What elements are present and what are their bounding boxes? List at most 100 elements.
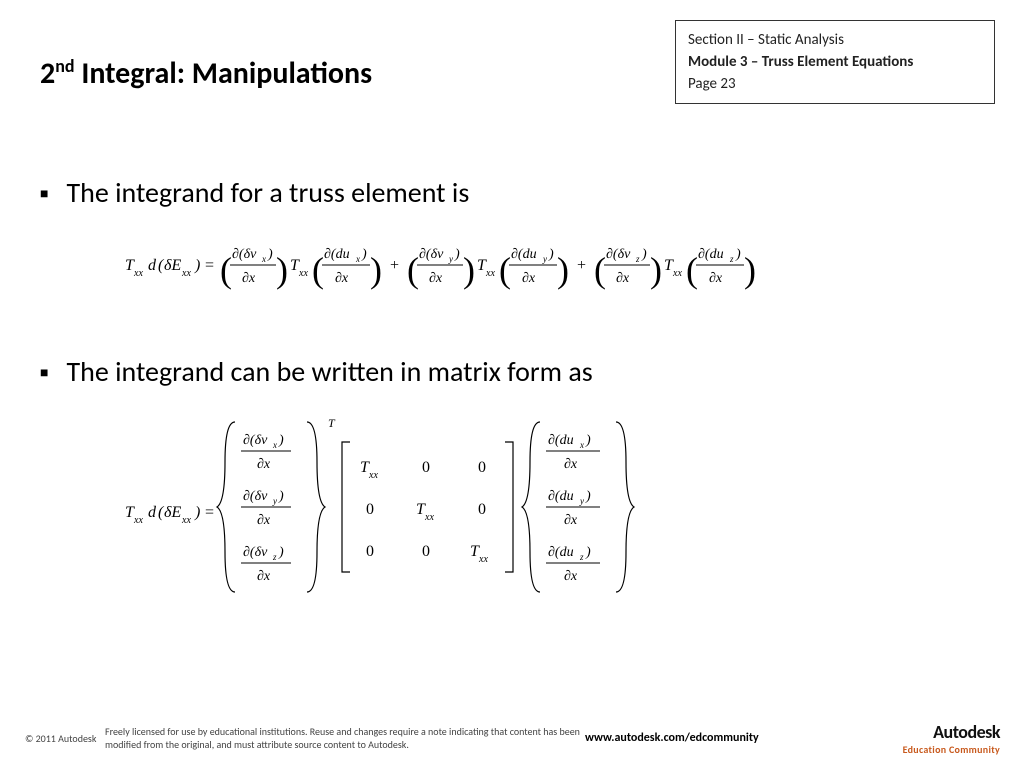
svg-text:∂(du: ∂(du — [548, 433, 574, 448]
svg-text:0: 0 — [366, 543, 374, 560]
license-text: Freely licensed for use by educational i… — [105, 725, 585, 751]
svg-text:∂x: ∂x — [522, 271, 536, 286]
bullet-2: The integrand can be written in matrix f… — [40, 354, 985, 389]
svg-text:∂(δv: ∂(δv — [419, 247, 444, 262]
svg-text:(: ( — [312, 250, 324, 290]
svg-text:∂(δv: ∂(δv — [232, 247, 257, 262]
slide-title: 2nd Integral: Manipulations — [40, 55, 372, 92]
svg-text:T: T — [328, 417, 336, 430]
brand-logo-text: Autodesk — [903, 721, 1000, 743]
copyright-text: © 2011 Autodesk — [25, 732, 105, 745]
svg-text:): ) — [585, 433, 591, 448]
svg-text:δE: δE — [164, 257, 181, 274]
svg-text:): ) — [744, 250, 756, 290]
svg-text:∂x: ∂x — [616, 271, 630, 286]
module-label: Module 3 – Truss Element Equations — [688, 53, 982, 71]
svg-text:∂(du: ∂(du — [511, 247, 537, 262]
svg-text:=: = — [205, 504, 214, 521]
svg-text:0: 0 — [422, 543, 430, 560]
svg-text:): ) — [194, 257, 200, 274]
svg-text:xx: xx — [181, 515, 191, 526]
svg-text:∂(δv: ∂(δv — [243, 545, 268, 560]
svg-text:y: y — [448, 254, 453, 264]
svg-text:∂(du: ∂(du — [548, 489, 574, 504]
svg-text:x: x — [261, 254, 266, 264]
svg-text:∂x: ∂x — [709, 271, 723, 286]
slide-footer: © 2011 Autodesk Freely licensed for use … — [0, 708, 1025, 768]
header-info-box: Section II – Static Analysis Module 3 – … — [675, 20, 995, 104]
svg-text:): ) — [370, 250, 382, 290]
svg-text:+: + — [390, 257, 399, 274]
svg-text:0: 0 — [478, 501, 486, 518]
svg-text:0: 0 — [366, 501, 374, 518]
svg-text:d: d — [148, 257, 157, 274]
svg-text:x: x — [355, 254, 360, 264]
svg-text:xx: xx — [133, 268, 143, 279]
svg-text:(: ( — [594, 250, 606, 290]
svg-text:): ) — [585, 489, 591, 504]
svg-text:0: 0 — [478, 459, 486, 476]
svg-text:): ) — [361, 247, 367, 262]
svg-text:): ) — [650, 250, 662, 290]
svg-text:∂x: ∂x — [257, 569, 271, 584]
svg-text:0: 0 — [422, 459, 430, 476]
bullet-1-text: The integrand for a truss element is — [66, 175, 469, 210]
svg-text:∂x: ∂x — [564, 569, 578, 584]
svg-text:y: y — [579, 496, 584, 506]
title-sup: nd — [55, 55, 74, 77]
svg-text:): ) — [735, 247, 741, 262]
svg-text:): ) — [454, 247, 460, 262]
svg-text:∂(δv: ∂(δv — [243, 489, 268, 504]
title-pre: 2 — [40, 55, 55, 92]
svg-text:): ) — [585, 545, 591, 560]
bullet-2-text: The integrand can be written in matrix f… — [66, 354, 592, 389]
svg-text:): ) — [278, 545, 284, 560]
equation-2: Txx d (δExx) = ∂(δvx) ∂x ∂(δvy) ∂x ∂(δvz… — [125, 417, 985, 612]
svg-text:xx: xx — [298, 268, 308, 279]
svg-text:∂(δv: ∂(δv — [606, 247, 631, 262]
svg-text:x: x — [272, 440, 277, 450]
svg-text:=: = — [205, 257, 214, 274]
svg-text:+: + — [577, 257, 586, 274]
svg-text:∂x: ∂x — [242, 271, 256, 286]
svg-text:): ) — [194, 504, 200, 521]
title-rest: Integral: Manipulations — [75, 55, 373, 92]
svg-text:(: ( — [407, 250, 419, 290]
svg-text:y: y — [272, 496, 277, 506]
svg-text:y: y — [542, 254, 547, 264]
svg-text:x: x — [579, 440, 584, 450]
svg-text:(: ( — [499, 250, 511, 290]
content-area: The integrand for a truss element is Txx… — [40, 175, 985, 612]
svg-text:∂x: ∂x — [564, 513, 578, 528]
svg-text:xx: xx — [672, 268, 682, 279]
svg-text:∂(du: ∂(du — [548, 545, 574, 560]
svg-text:): ) — [641, 247, 647, 262]
brand-block: Autodesk Education Community — [903, 721, 1000, 756]
site-link[interactable]: www.autodesk.com/edcommunity — [585, 731, 903, 745]
svg-text:∂x: ∂x — [335, 271, 349, 286]
svg-text:): ) — [557, 250, 569, 290]
svg-text:∂x: ∂x — [257, 457, 271, 472]
svg-text:): ) — [276, 250, 288, 290]
svg-text:xx: xx — [485, 268, 495, 279]
svg-text:∂(δv: ∂(δv — [243, 433, 268, 448]
svg-text:(: ( — [220, 250, 232, 290]
svg-text:): ) — [267, 247, 273, 262]
svg-text:d: d — [148, 504, 157, 521]
svg-text:δE: δE — [164, 504, 181, 521]
svg-text:∂(du: ∂(du — [698, 247, 724, 262]
brand-sub-text: Education Community — [903, 743, 1000, 756]
svg-text:(: ( — [686, 250, 698, 290]
svg-text:xx: xx — [424, 512, 434, 523]
svg-text:): ) — [278, 433, 284, 448]
svg-text:z: z — [635, 254, 640, 264]
svg-text:∂x: ∂x — [429, 271, 443, 286]
svg-text:z: z — [272, 552, 277, 562]
svg-text:z: z — [729, 254, 734, 264]
svg-text:∂x: ∂x — [564, 457, 578, 472]
section-label: Section II – Static Analysis — [688, 31, 982, 49]
svg-text:xx: xx — [181, 268, 191, 279]
svg-text:∂(du: ∂(du — [324, 247, 350, 262]
svg-text:): ) — [278, 489, 284, 504]
svg-text:xx: xx — [133, 515, 143, 526]
